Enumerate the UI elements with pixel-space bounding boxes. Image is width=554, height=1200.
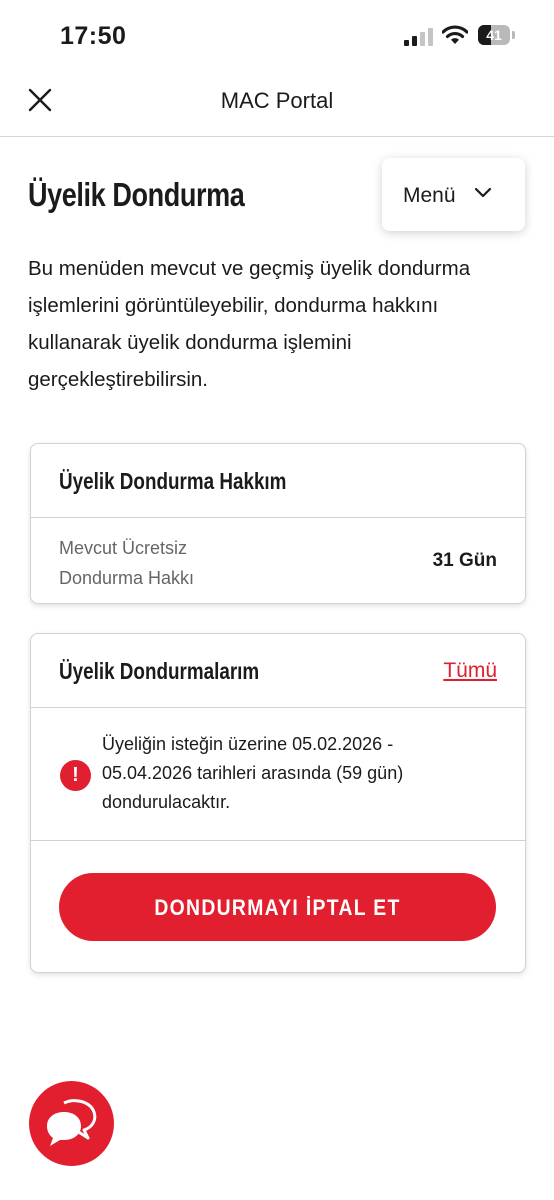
battery-level: 41 [486,27,502,43]
menu-dropdown[interactable]: Menü [382,158,525,231]
chat-button[interactable] [29,1081,114,1166]
nav-title: MAC Portal [220,88,334,113]
card-header: Üyelik Dondurma Hakkım [31,444,525,518]
status-bar: 17:50 41 [0,0,554,72]
menu-label: Menü [403,184,456,207]
freeze-quota-card: Üyelik Dondurma Hakkım Mevcut Ücretsiz D… [30,443,526,604]
freeze-notice: ! Üyeliğin isteğin üzerine 05.02.2026 - … [31,708,525,841]
card-header: Üyelik Dondurmalarım Tümü [31,634,525,708]
freezes-card: Üyelik Dondurmalarım Tümü ! Üyeliğin ist… [30,633,526,973]
wifi-icon [442,25,468,44]
status-time: 17:50 [60,22,127,50]
cancel-freeze-label: DONDURMAYI İPTAL ET [154,895,401,920]
chevron-down-icon [474,187,492,198]
quota-value: 31 Gün [432,550,497,571]
all-freezes-link[interactable]: Tümü [443,659,497,683]
chat-bubbles-icon [47,1099,97,1146]
page-title: Üyelik Dondurma [28,176,245,213]
quota-label: Mevcut Ücretsiz Dondurma Hakkı [59,538,195,588]
freezes-card-title: Üyelik Dondurmalarım [59,658,260,684]
cancel-freeze-button[interactable]: DONDURMAYI İPTAL ET [59,873,496,941]
alert-icon: ! [60,760,91,791]
battery-icon: 41 [478,25,516,45]
signal-icon [404,28,433,46]
nav-bar: MAC Portal [0,72,554,137]
intro-text: Bu menüden mevcut ve geçmiş üyelik dondu… [28,257,471,391]
quota-card-title: Üyelik Dondurma Hakkım [59,468,287,494]
freeze-notice-text: Üyeliğin isteğin üzerine 05.02.2026 - 05… [102,734,404,812]
